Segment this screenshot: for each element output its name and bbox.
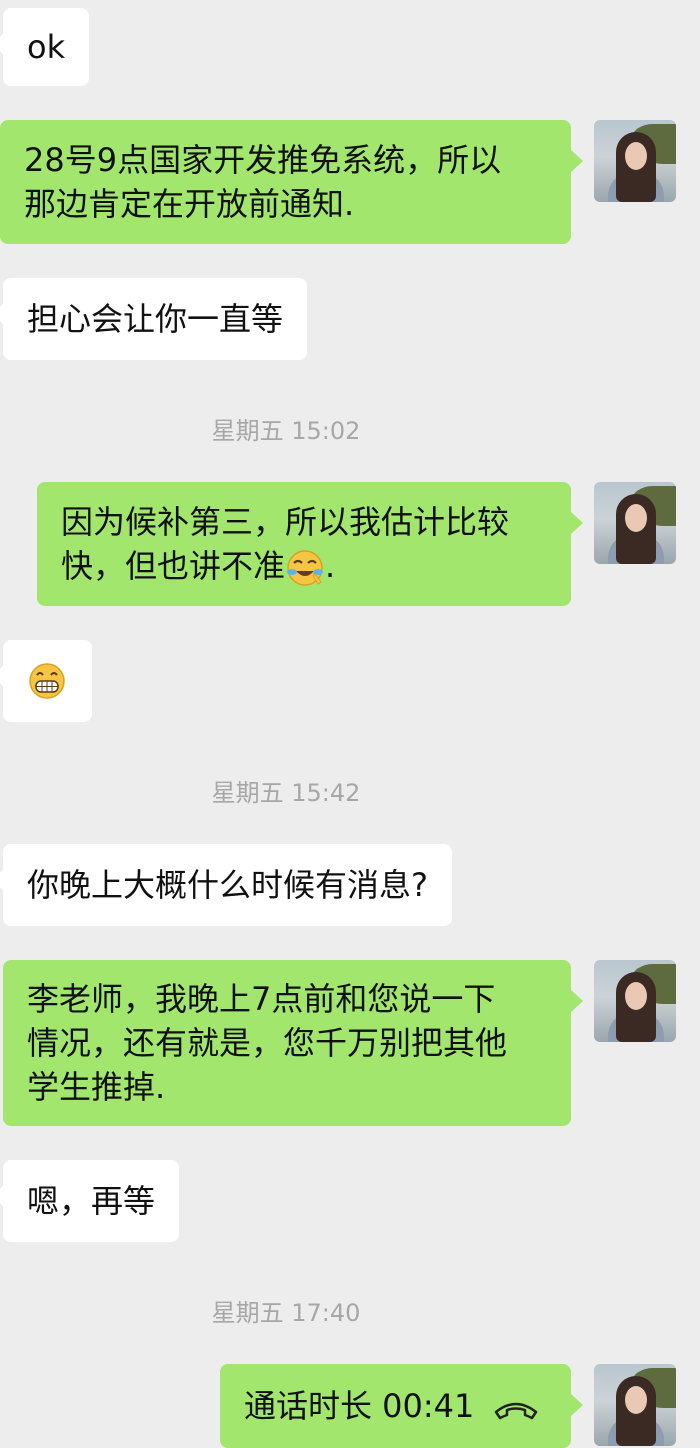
user-avatar[interactable] [594, 1364, 676, 1446]
outgoing-message-bubble[interactable]: 李老师，我晚上7点前和您说一下 情况，还有就是，您千万别把其他 学生推掉. [3, 960, 583, 1126]
incoming-message-bubble[interactable]: 嗯，再等 [0, 1160, 180, 1242]
call-duration-text: 通话时长 00:41 [244, 1387, 475, 1425]
message-text: 因为候补第三，所以我估计比较 快，但也讲不准. [61, 500, 509, 588]
outgoing-message-bubble[interactable]: 因为候补第三，所以我估计比较 快，但也讲不准. [37, 482, 583, 606]
user-avatar[interactable] [594, 960, 676, 1042]
message-text: 28号9点国家开发推免系统，所以 那边肯定在开放前通知. [24, 141, 502, 223]
chat-history[interactable]: ok 28号9点国家开发推免系统，所以 那边肯定在开放前通知. 担心会让你一直等… [0, 0, 700, 1448]
voice-call-record-bubble[interactable]: 通话时长 00:41 [220, 1364, 583, 1448]
incoming-message-bubble[interactable]: ok [0, 8, 90, 86]
user-avatar[interactable] [594, 482, 676, 564]
incoming-message-bubble[interactable]: 你晚上大概什么时候有消息? [0, 844, 452, 926]
message-text: 你晚上大概什么时候有消息? [27, 866, 428, 904]
message-text: 担心会让你一直等 [27, 300, 284, 338]
timestamp: 星期五 17:40 [211, 1299, 361, 1327]
message-text: 李老师，我晚上7点前和您说一下 情况，还有就是，您千万别把其他 学生推掉. [27, 980, 508, 1106]
message-text-part: . [325, 547, 336, 585]
incoming-message-bubble[interactable]: 担心会让你一直等 [0, 278, 308, 360]
timestamp: 星期五 15:02 [211, 417, 361, 445]
grinning-face-icon [27, 661, 67, 701]
incoming-message-bubble[interactable] [0, 640, 92, 722]
timestamp: 星期五 15:42 [211, 779, 361, 807]
user-avatar[interactable] [594, 120, 676, 202]
phone-hangup-icon [492, 1391, 540, 1421]
message-text: 嗯，再等 [27, 1182, 156, 1220]
face-with-tears-of-joy-icon [285, 548, 325, 588]
outgoing-message-bubble[interactable]: 28号9点国家开发推免系统，所以 那边肯定在开放前通知. [0, 120, 583, 244]
message-text: ok [27, 28, 66, 66]
